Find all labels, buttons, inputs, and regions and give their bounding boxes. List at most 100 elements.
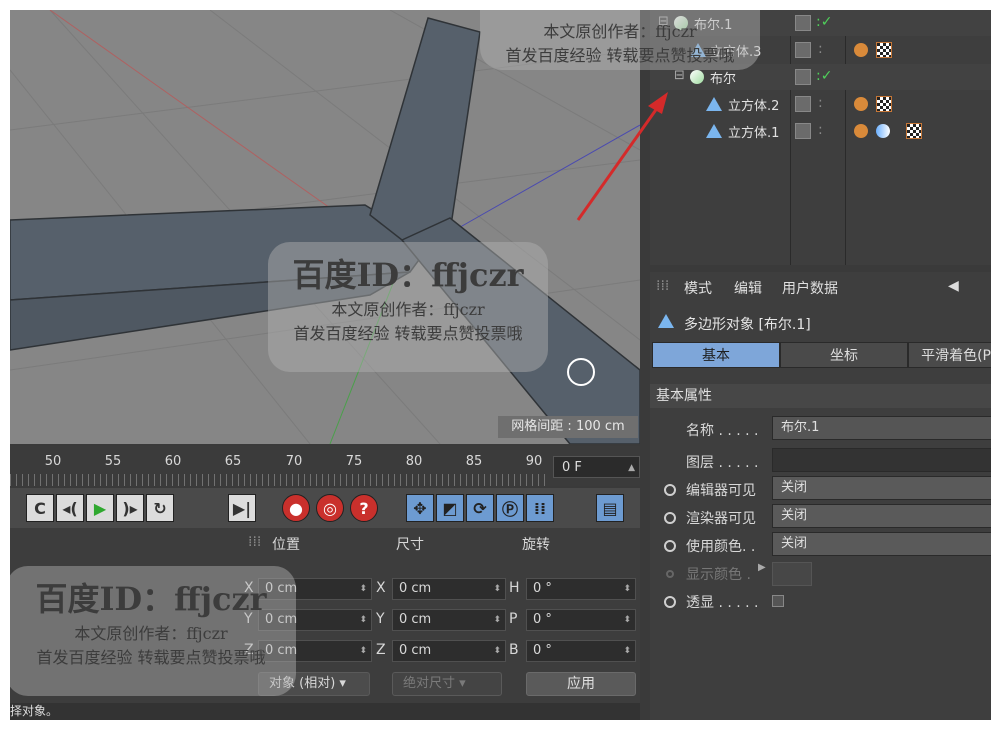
rotate-key-icon[interactable]: ⟳	[466, 494, 494, 522]
material-tag-icon[interactable]	[854, 43, 868, 57]
timeline-ruler[interactable]	[10, 474, 550, 486]
back-arrow-icon[interactable]: ◀	[948, 278, 959, 294]
size-mode-dropdown[interactable]: 绝对尺寸 ▾	[392, 672, 502, 696]
visibility-dots-icon[interactable]: :✓	[816, 69, 832, 83]
animate-radio[interactable]	[664, 484, 676, 496]
object-name[interactable]: 立方体.2	[728, 95, 779, 114]
tab-coordinates[interactable]: 坐标	[780, 342, 908, 368]
visibility-dots-icon[interactable]: :	[818, 96, 823, 110]
size-axis-label: X	[376, 580, 386, 596]
scale-key-icon[interactable]: ◩	[436, 494, 464, 522]
name-label: 名称 . . . . .	[686, 423, 759, 439]
size-z-field[interactable]: 0 cm ⬍	[392, 640, 506, 662]
object-name[interactable]: 布尔	[710, 68, 736, 87]
menu-edit[interactable]: 编辑	[734, 278, 762, 298]
layer-icon[interactable]	[795, 96, 811, 112]
spin-arrows-icon[interactable]: ▲	[628, 457, 635, 479]
layer-icon[interactable]	[795, 15, 811, 31]
chevron-down-icon: ▾	[339, 676, 346, 691]
cursor-ring-icon	[567, 358, 595, 386]
animate-radio[interactable]	[664, 540, 676, 552]
rotation-h-value: 0 °	[533, 581, 552, 596]
size-y-field[interactable]: 0 cm ⬍	[392, 609, 506, 631]
object-row[interactable]: 立方体.2 :	[650, 91, 991, 117]
render-visible-dropdown[interactable]: 关闭	[772, 504, 991, 528]
visibility-dots-icon[interactable]: :✓	[816, 15, 832, 29]
record-key-icon[interactable]: ●	[282, 494, 310, 522]
animate-radio	[666, 570, 674, 578]
spin-arrows-icon[interactable]: ⬍	[493, 579, 501, 599]
help-icon[interactable]: ?	[350, 494, 378, 522]
film-strip-icon[interactable]: ▤	[596, 494, 624, 522]
editor-visible-label: 编辑器可见	[686, 483, 756, 499]
cinema4d-window: 网格间距 : 100 cm 50 55 60 65 70 75 80 85 90…	[10, 10, 991, 720]
grip-icon: ⁞⁞⁞	[656, 278, 670, 294]
spin-arrows-icon[interactable]: ⬍	[623, 579, 631, 599]
timeline-tick: 85	[465, 454, 483, 469]
layer-icon[interactable]	[795, 42, 811, 58]
visibility-dots-icon[interactable]: :	[818, 42, 823, 56]
attribute-manager: ⁞⁞⁞ 模式 编辑 用户数据 ◀ 多边形对象 [布尔.1] 基本 坐标 平滑着色…	[650, 272, 991, 720]
visibility-dots-icon[interactable]: :	[818, 123, 823, 137]
texture-tag-icon[interactable]	[906, 123, 922, 139]
name-field[interactable]: 布尔.1	[772, 416, 991, 440]
spin-arrows-icon[interactable]: ⬍	[359, 641, 367, 661]
object-name[interactable]: 立方体.1	[728, 122, 779, 141]
tab-phong[interactable]: 平滑着色(Pl	[908, 342, 991, 368]
size-mode-value: 绝对尺寸	[403, 676, 456, 691]
play-icon[interactable]: ▶	[86, 494, 114, 522]
spin-arrows-icon[interactable]: ⬍	[359, 579, 367, 599]
next-frame-icon[interactable]: )▸	[116, 494, 144, 522]
pla-key-icon[interactable]: ⁞⁞	[526, 494, 554, 522]
apply-button[interactable]: 应用	[526, 672, 636, 696]
size-y-value: 0 cm	[399, 612, 432, 627]
param-key-icon[interactable]: Ⓟ	[496, 494, 524, 522]
tab-basic[interactable]: 基本	[652, 342, 780, 368]
collapse-icon[interactable]: ⊟	[674, 68, 685, 83]
go-to-start-icon[interactable]: C	[26, 494, 54, 522]
watermark-author: 本文原创作者：ffjczr	[331, 300, 485, 319]
watermark: 百度ID：ffjczr 本文原创作者：ffjczr 首发百度经验 转载要点赞投票…	[10, 566, 296, 696]
material-tag-icon[interactable]	[854, 124, 868, 138]
animate-radio[interactable]	[664, 596, 676, 608]
rotation-h-field[interactable]: 0 ° ⬍	[526, 578, 636, 600]
selection-tag-icon[interactable]	[876, 124, 890, 138]
menu-mode[interactable]: 模式	[684, 278, 712, 298]
render-visible-label: 渲染器可见	[686, 511, 756, 527]
spin-arrows-icon[interactable]: ⬍	[623, 610, 631, 630]
transport-bar: C ◂( ▶ )▸ ↻ ▶| ● ◎ ? ✥ ◩ ⟳ Ⓟ ⁞⁞ ▤	[10, 488, 640, 528]
use-color-dropdown[interactable]: 关闭	[772, 532, 991, 556]
spin-arrows-icon[interactable]: ⬍	[623, 641, 631, 661]
go-to-end-icon[interactable]: ↻	[146, 494, 174, 522]
layer-field[interactable]	[772, 448, 991, 472]
grip-icon: ⁞⁞⁞	[248, 534, 262, 550]
current-frame-field[interactable]: 0 F ▲	[553, 456, 640, 478]
rotation-b-field[interactable]: 0 ° ⬍	[526, 640, 636, 662]
expand-arrow-icon[interactable]: ▶	[758, 562, 766, 573]
xray-checkbox[interactable]	[772, 595, 784, 607]
texture-tag-icon[interactable]	[876, 96, 892, 112]
timeline[interactable]: 50 55 60 65 70 75 80 85 90 0 F ▲	[10, 446, 640, 486]
material-tag-icon[interactable]	[854, 97, 868, 111]
object-row[interactable]: 立方体.1 :	[650, 118, 991, 144]
auto-key-icon[interactable]: ◎	[316, 494, 344, 522]
size-x-field[interactable]: 0 cm ⬍	[392, 578, 506, 600]
use-color-label: 使用颜色. .	[686, 539, 756, 555]
texture-tag-icon[interactable]	[876, 42, 892, 58]
previous-frame-icon[interactable]: ◂(	[56, 494, 84, 522]
move-key-icon[interactable]: ✥	[406, 494, 434, 522]
viewport[interactable]: 网格间距 : 100 cm	[10, 10, 640, 444]
spin-arrows-icon[interactable]: ⬍	[493, 610, 501, 630]
menu-user-data[interactable]: 用户数据	[782, 278, 838, 298]
size-z-value: 0 cm	[399, 643, 432, 658]
cube-icon	[706, 124, 722, 138]
last-keyframe-icon[interactable]: ▶|	[228, 494, 256, 522]
spin-arrows-icon[interactable]: ⬍	[359, 610, 367, 630]
boole-icon	[690, 70, 704, 84]
rotation-p-field[interactable]: 0 ° ⬍	[526, 609, 636, 631]
editor-visible-dropdown[interactable]: 关闭	[772, 476, 991, 500]
layer-icon[interactable]	[795, 123, 811, 139]
spin-arrows-icon[interactable]: ⬍	[493, 641, 501, 661]
animate-radio[interactable]	[664, 512, 676, 524]
layer-icon[interactable]	[795, 69, 811, 85]
